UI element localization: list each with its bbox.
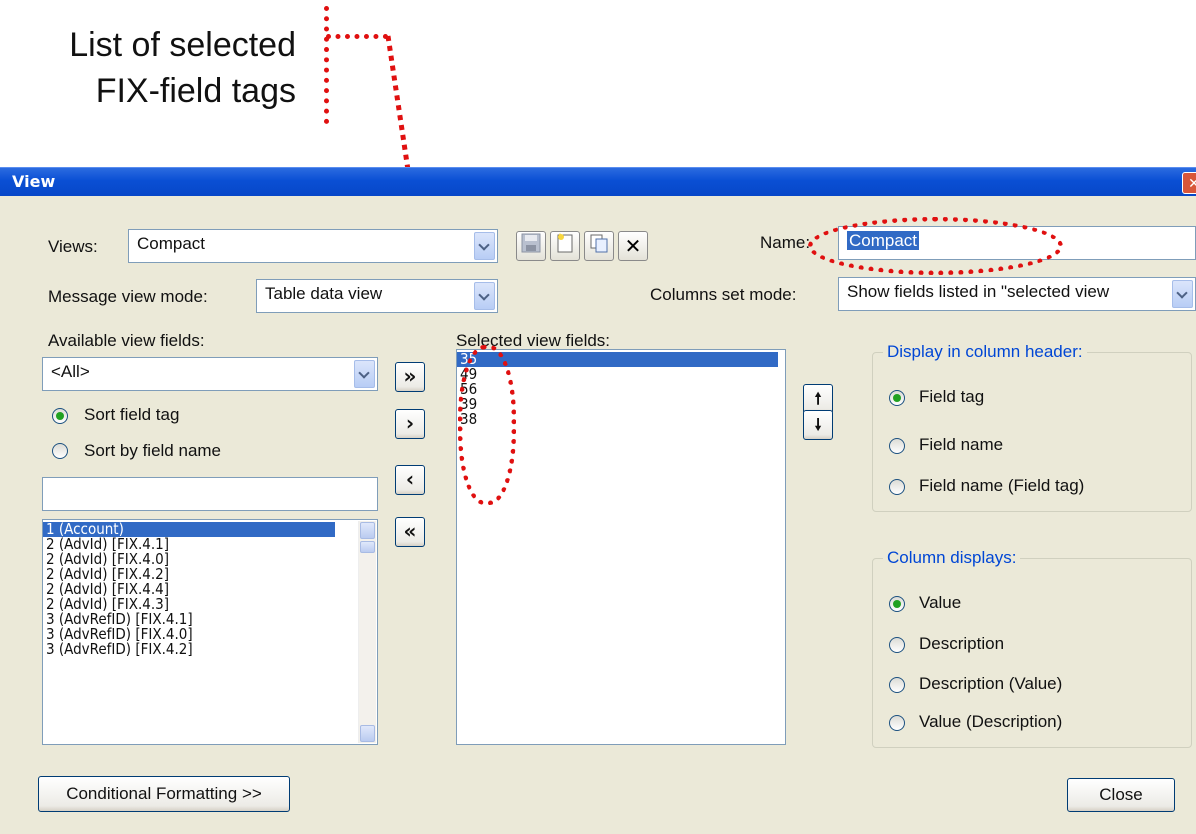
column-displays-title: Column displays: xyxy=(883,548,1021,568)
title-bar: View ✕ xyxy=(0,167,1196,196)
name-highlight-ellipse xyxy=(808,217,1063,275)
views-dropdown[interactable]: Compact xyxy=(128,229,498,263)
columns-set-mode-value: Show fields listed in "selected view xyxy=(847,282,1110,301)
views-value: Compact xyxy=(137,234,206,253)
sort-field-name-radio[interactable] xyxy=(52,443,68,459)
field-name-tag-label: Field name (Field tag) xyxy=(919,476,1085,495)
column-displays-group: Column displays: Value Description Descr… xyxy=(872,548,1192,748)
conditional-formatting-button[interactable]: Conditional Formatting >> xyxy=(38,776,290,812)
available-fields-label: Available view fields: xyxy=(48,331,205,350)
move-down-button[interactable]: 🠗 xyxy=(803,410,833,440)
chevron-down-icon[interactable] xyxy=(1172,280,1193,308)
name-label: Name: xyxy=(760,233,811,252)
value-label: Value xyxy=(919,593,962,612)
sort-field-tag-label: Sort field tag xyxy=(84,405,180,424)
selected-fields-highlight-ellipse xyxy=(458,345,516,505)
value-description-radio[interactable] xyxy=(889,715,905,731)
description-label: Description xyxy=(919,634,1005,653)
available-filter-value: <All> xyxy=(51,362,90,381)
columns-set-mode-label: Columns set mode: xyxy=(650,285,797,304)
description-radio[interactable] xyxy=(889,637,905,653)
display-header-group: Display in column header: Field tag Fiel… xyxy=(872,342,1192,512)
message-view-mode-dropdown[interactable]: Table data view xyxy=(256,279,498,313)
value-radio[interactable] xyxy=(889,596,905,612)
list-item[interactable]: 3 (AdvRefID) [FIX.4.2] xyxy=(43,642,377,657)
close-button[interactable]: Close xyxy=(1067,778,1175,812)
description-value-radio[interactable] xyxy=(889,677,905,693)
columns-set-mode-dropdown[interactable]: Show fields listed in "selected view xyxy=(838,277,1196,311)
available-fields-list[interactable]: 1 (Account) 2 (AdvId) [FIX.4.1] 2 (AdvId… xyxy=(42,519,378,745)
chevron-down-icon[interactable] xyxy=(354,360,375,388)
window-title: View xyxy=(12,172,56,191)
message-view-mode-label: Message view mode: xyxy=(48,287,208,306)
chevron-down-icon[interactable] xyxy=(474,282,495,310)
new-document-icon[interactable] xyxy=(550,231,580,261)
field-tag-radio[interactable] xyxy=(889,390,905,406)
available-filter-dropdown[interactable]: <All> xyxy=(42,357,378,391)
available-search-input[interactable] xyxy=(42,477,378,511)
field-tag-label: Field tag xyxy=(919,387,985,406)
remove-button[interactable]: ‹ xyxy=(395,465,425,495)
add-all-button[interactable]: » xyxy=(395,362,425,392)
copy-icon[interactable] xyxy=(584,231,614,261)
remove-all-button[interactable]: « xyxy=(395,517,425,547)
message-view-mode-value: Table data view xyxy=(265,284,383,303)
scroll-up-icon[interactable] xyxy=(360,522,375,539)
close-window-icon[interactable]: ✕ xyxy=(1182,172,1196,194)
chevron-down-icon[interactable] xyxy=(474,232,495,260)
display-header-title: Display in column header: xyxy=(883,342,1087,362)
sort-field-tag-radio[interactable] xyxy=(52,408,68,424)
value-description-label: Value (Description) xyxy=(919,712,1063,731)
field-name-radio[interactable] xyxy=(889,438,905,454)
scroll-thumb[interactable] xyxy=(360,541,375,553)
view-dialog: View ✕ Views: Compact ✕ Name: Compact Me… xyxy=(0,167,1196,834)
description-value-label: Description (Value) xyxy=(919,674,1063,693)
scroll-down-icon[interactable] xyxy=(360,725,375,742)
add-button[interactable]: › xyxy=(395,409,425,439)
field-name-tag-radio[interactable] xyxy=(889,479,905,495)
save-icon[interactable] xyxy=(516,231,546,261)
field-name-label: Field name xyxy=(919,435,1004,454)
views-label: Views: xyxy=(48,237,98,256)
available-scrollbar[interactable] xyxy=(358,521,376,743)
sort-field-name-label: Sort by field name xyxy=(84,441,222,460)
delete-icon[interactable]: ✕ xyxy=(618,231,648,261)
